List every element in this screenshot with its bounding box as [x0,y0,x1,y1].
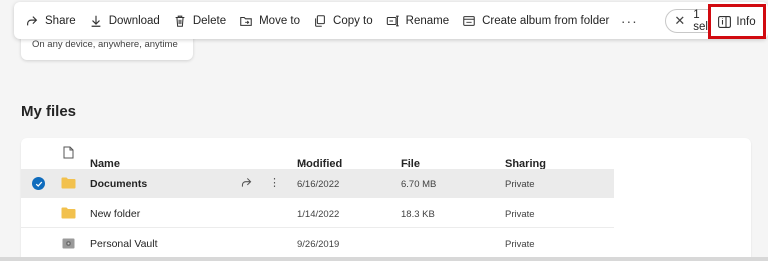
chevron-down-icon: ⌄ [405,158,413,168]
folder-icon [61,177,76,192]
rename-icon [385,13,401,29]
sharing-status: Private [505,239,535,250]
delete-button[interactable]: Delete [166,2,232,39]
copy-to-label: Copy to [333,14,373,27]
file-size: 18.3 KB [401,209,435,220]
share-label: Share [45,14,76,27]
move-to-button[interactable]: Move to [232,2,306,39]
create-album-button[interactable]: Create album from folder [455,2,615,39]
download-label: Download [108,14,160,27]
modified-date: 6/16/2022 [297,179,340,190]
file-type-icon[interactable] [63,146,74,159]
delete-label: Delete [192,14,227,27]
modified-date: 9/26/2019 [297,239,340,250]
table-row[interactable]: Documents ⋮ 6/16/2022 6.70 MB Private [21,169,614,198]
chevron-down-icon: ⌄ [301,158,309,168]
more-options-button[interactable]: ··· [615,2,643,39]
copy-icon [312,13,328,29]
file-name[interactable]: Personal Vault [90,238,158,250]
folder-icon [61,207,76,222]
copy-to-button[interactable]: Copy to [306,2,379,39]
list-bottom-edge [0,257,768,261]
chevron-down-icon: ⌄ [94,158,102,168]
create-album-label: Create album from folder [482,14,610,27]
move-to-label: Move to [259,14,301,27]
info-button[interactable]: Info [708,4,766,39]
file-size: 6.70 MB [401,179,437,190]
vault-icon [62,238,75,252]
sharing-status: Private [505,209,535,220]
more-vertical-icon[interactable]: ⋮ [269,176,280,189]
list-header: Name ↑ ⌄ Modified ⌄ File size ⌄ Sharing [21,138,751,182]
command-bar: Share Download Delete Move to Copy to Re… [14,2,768,39]
checkmark-icon[interactable] [32,177,45,190]
sharing-status: Private [505,179,535,190]
share-icon[interactable] [240,176,253,192]
file-name[interactable]: Documents [90,178,147,190]
album-icon [461,13,477,29]
rename-button[interactable]: Rename [379,2,455,39]
share-button[interactable]: Share [14,2,82,39]
file-list: Name ↑ ⌄ Modified ⌄ File size ⌄ Sharing … [21,138,751,261]
table-row[interactable]: New folder 1/14/2022 18.3 KB Private [21,199,614,228]
info-pane-icon [718,15,732,28]
share-icon [24,13,40,29]
modified-date: 1/14/2022 [297,209,340,220]
close-icon[interactable]: ✕ [674,13,685,29]
section-title: My files [21,103,77,120]
trash-icon [172,13,188,29]
rename-label: Rename [405,14,450,27]
download-button[interactable]: Download [82,2,166,39]
file-name[interactable]: New folder [90,208,140,220]
download-icon [88,13,104,29]
move-folder-icon [238,13,254,29]
table-row[interactable]: Personal Vault 9/26/2019 Private [21,229,614,258]
info-label: Info [736,15,756,28]
promo-card-text: On any device, anywhere, anytime [32,39,178,50]
